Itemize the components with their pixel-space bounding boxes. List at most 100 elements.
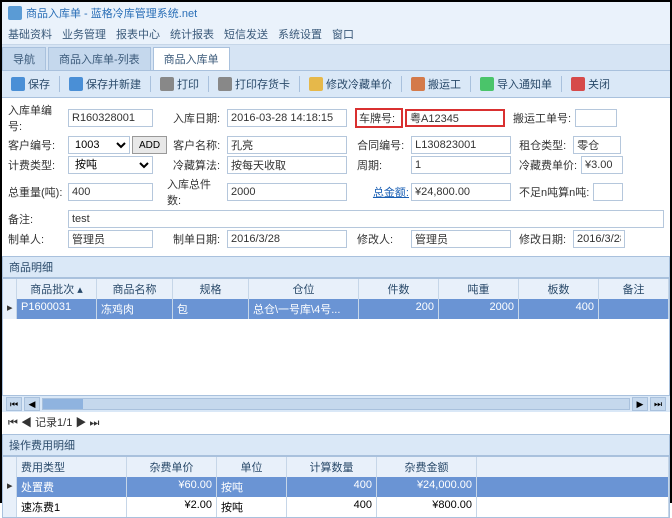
tab-nav[interactable]: 导航	[2, 47, 46, 70]
tot-amt-input[interactable]	[411, 183, 511, 201]
plate-label: 车牌号:	[355, 108, 403, 128]
first-button[interactable]: ⏮	[6, 397, 22, 411]
mod-date-label: 修改日期:	[519, 231, 571, 247]
row-handle-col	[3, 279, 17, 299]
cycle-input[interactable]	[411, 156, 511, 174]
nav-last-icon[interactable]: ⏭	[89, 417, 99, 429]
table-row[interactable]: ▸ P1600031 冻鸡肉 包 总仓\一号库\4号... 200 2000 4…	[3, 299, 669, 319]
tot-amt-label[interactable]: 总金额:	[357, 184, 409, 200]
menu-report[interactable]: 报表中心	[116, 26, 160, 42]
col-feeunit[interactable]: 单位	[217, 457, 287, 477]
tot-wt-input[interactable]	[68, 183, 153, 201]
rent-type-input[interactable]	[573, 136, 621, 154]
close-button[interactable]: 关闭	[566, 74, 615, 94]
tab-list[interactable]: 商品入库单-列表	[48, 47, 151, 70]
detail-grid-header: 商品批次 ▴ 商品名称 规格 仓位 件数 吨重 板数 备注	[3, 279, 669, 299]
make-date-input[interactable]	[227, 230, 347, 248]
cold-price-label: 冷藏费单价:	[519, 157, 579, 173]
table-row[interactable]: 速冻费1 ¥2.00 按吨 400 ¥800.00	[3, 497, 669, 517]
menu-business[interactable]: 业务管理	[62, 26, 106, 42]
record-count: ⏮ ◀ 记录1/1 ▶ ⏭	[2, 412, 670, 432]
add-customer-button[interactable]: ADD	[132, 136, 167, 154]
mover-button[interactable]: 搬运工	[406, 74, 466, 94]
tab-bill[interactable]: 商品入库单	[153, 47, 230, 70]
print-stock-button[interactable]: 打印存货卡	[213, 74, 295, 94]
col-name[interactable]: 商品名称	[97, 279, 173, 299]
nav-first-icon[interactable]: ⏮	[8, 417, 18, 429]
menu-sms[interactable]: 短信发送	[224, 26, 268, 42]
cell-feetype: 速冻费1	[17, 497, 127, 517]
scroll-track[interactable]	[42, 398, 630, 410]
row-handle[interactable]	[3, 497, 17, 517]
fee-type-select[interactable]: 按吨	[68, 156, 153, 174]
cell-name: 冻鸡肉	[97, 299, 173, 319]
col-feeqty[interactable]: 计算数量	[287, 457, 377, 477]
nav-next-icon[interactable]: ▶	[75, 417, 86, 429]
prev-button[interactable]: ◀	[24, 397, 40, 411]
contract-input[interactable]	[411, 136, 511, 154]
col-spec[interactable]: 规格	[173, 279, 249, 299]
nav-prev-icon[interactable]: ◀	[21, 417, 32, 429]
cust-no-select[interactable]: 1003	[68, 136, 130, 154]
bill-no-input[interactable]	[68, 109, 153, 127]
col-remark[interactable]: 备注	[599, 279, 669, 299]
cell-feetype: 处置费	[17, 477, 127, 497]
mod-date-input[interactable]	[573, 230, 625, 248]
col-feeprice[interactable]: 杂费单价	[127, 457, 217, 477]
form-area: 入库单编号: 入库日期: 车牌号: 搬运工单号: 客户编号: 1003 ADD …	[2, 98, 670, 254]
mod-by-input[interactable]	[411, 230, 511, 248]
modify-price-button[interactable]: 修改冷藏单价	[304, 74, 397, 94]
col-pcs[interactable]: 件数	[359, 279, 439, 299]
close-icon	[571, 77, 585, 91]
row-handle[interactable]: ▸	[3, 477, 17, 497]
cust-name-label: 客户名称:	[173, 137, 225, 153]
save-new-button[interactable]: 保存并新建	[64, 74, 146, 94]
col-loc[interactable]: 仓位	[249, 279, 359, 299]
save-button[interactable]: 保存	[6, 74, 55, 94]
separator	[561, 76, 562, 92]
cell-ton: 2000	[439, 299, 519, 319]
detail-grid-body[interactable]: ▸ P1600031 冻鸡肉 包 总仓\一号库\4号... 200 2000 4…	[3, 299, 669, 395]
cell-feeamt: ¥24,000.00	[377, 477, 477, 497]
save-new-icon	[69, 77, 83, 91]
menu-settings[interactable]: 系统设置	[278, 26, 322, 42]
row-handle[interactable]: ▸	[3, 299, 17, 319]
maker-input[interactable]	[68, 230, 153, 248]
plate-input[interactable]	[405, 109, 505, 127]
menu-stats[interactable]: 统计报表	[170, 26, 214, 42]
col-board[interactable]: 板数	[519, 279, 599, 299]
cell-feeqty: 400	[287, 477, 377, 497]
window-title: 商品入库单 - 蓝格冷库管理系统.net	[26, 5, 197, 21]
tot-pcs-label: 入库总件数:	[167, 176, 225, 208]
col-ton[interactable]: 吨重	[439, 279, 519, 299]
title-bar: 商品入库单 - 蓝格冷库管理系统.net	[2, 2, 670, 24]
remark-label: 备注:	[8, 211, 66, 227]
col-feetype[interactable]: 费用类型	[17, 457, 127, 477]
next-button[interactable]: ▶	[632, 397, 648, 411]
menu-window[interactable]: 窗口	[332, 26, 354, 42]
separator	[299, 76, 300, 92]
print-stock-icon	[218, 77, 232, 91]
mover-no-input[interactable]	[575, 109, 617, 127]
cold-alg-input[interactable]	[227, 156, 347, 174]
col-batch[interactable]: 商品批次 ▴	[17, 279, 97, 299]
cust-name-input[interactable]	[227, 136, 347, 154]
menu-basic[interactable]: 基础资料	[8, 26, 52, 42]
cold-price-input[interactable]	[581, 156, 623, 174]
scroll-thumb[interactable]	[43, 399, 83, 409]
cell-feeqty: 400	[287, 497, 377, 517]
remark-input[interactable]	[68, 210, 664, 228]
bill-date-input[interactable]	[227, 109, 347, 127]
detail-grid: 商品批次 ▴ 商品名称 规格 仓位 件数 吨重 板数 备注 ▸ P1600031…	[2, 278, 670, 396]
table-row[interactable]: ▸ 处置费 ¥60.00 按吨 400 ¥24,000.00	[3, 477, 669, 497]
print-button[interactable]: 打印	[155, 74, 204, 94]
tot-pcs-input[interactable]	[227, 183, 347, 201]
col-feeamt[interactable]: 杂费金额	[377, 457, 477, 477]
import-notice-button[interactable]: 导入通知单	[475, 74, 557, 94]
cell-board: 400	[519, 299, 599, 319]
separator	[401, 76, 402, 92]
separator	[208, 76, 209, 92]
short-input[interactable]	[593, 183, 623, 201]
last-button[interactable]: ⏭	[650, 397, 666, 411]
print-icon	[160, 77, 174, 91]
